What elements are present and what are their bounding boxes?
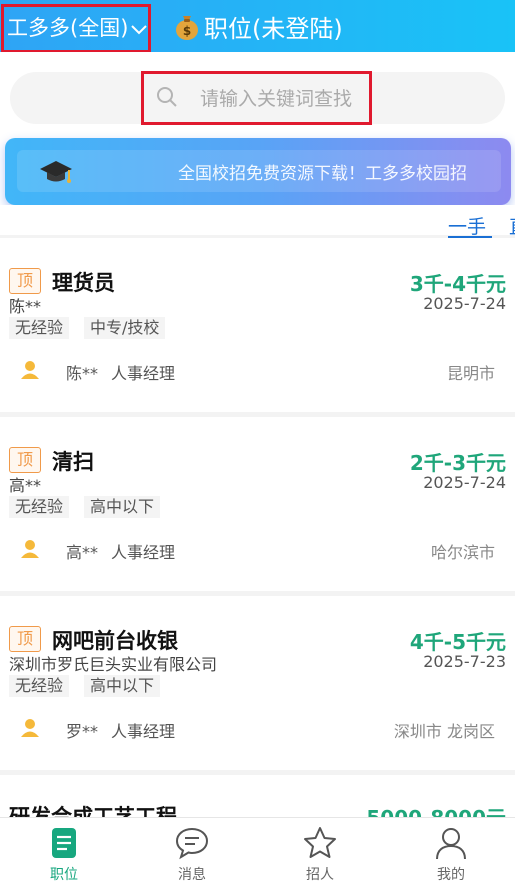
filter-tab-next[interactable]: 直	[509, 212, 515, 239]
city-label: 工多多(全国)	[7, 16, 129, 40]
job-location: 昆明市	[446, 364, 495, 383]
star-icon	[304, 827, 336, 858]
job-tag: 无经验	[9, 317, 70, 339]
document-icon	[52, 828, 76, 858]
job-tag: 无经验	[9, 675, 70, 697]
person-icon	[21, 719, 39, 737]
job-tag: 无经验	[9, 496, 70, 518]
job-salary: 4千-5千元	[409, 630, 506, 654]
company-name: 高**	[9, 476, 42, 495]
person-icon	[21, 361, 39, 379]
top-badge: 顶	[9, 268, 41, 294]
job-title: 理货员	[52, 271, 115, 295]
job-card[interactable]: 顶 网吧前台收银 4千-5千元 深圳市罗氏巨头实业有限公司 2025-7-23 …	[0, 596, 515, 770]
banner-text: 全国校招免费资源下载！工多多校园招	[178, 164, 467, 184]
person-icon	[436, 828, 466, 860]
top-badge: 顶	[9, 447, 41, 473]
post-date: 2025-7-24	[423, 473, 506, 492]
filter-strip	[0, 205, 515, 235]
recruiter-name: 高**	[66, 543, 99, 562]
tab-label: 我的	[437, 867, 465, 883]
company-name: 陈**	[9, 297, 42, 316]
job-tag: 中专/技校	[84, 317, 166, 339]
page-title: 职位(未登陆)	[204, 14, 343, 43]
job-card[interactable]: 顶 理货员 3千-4千元 陈** 2025-7-24 无经验 中专/技校 陈**…	[0, 238, 515, 412]
job-title: 清扫	[52, 450, 94, 474]
job-salary: 2千-3千元	[409, 451, 506, 475]
city-selector-button[interactable]: 工多多(全国)	[1, 4, 151, 53]
graduation-cap-icon	[40, 161, 72, 183]
moneybag-icon: $	[176, 16, 198, 40]
post-date: 2025-7-23	[423, 652, 506, 671]
job-location: 深圳市 龙岗区	[393, 722, 495, 741]
job-title: 研发合成工艺工程	[9, 805, 177, 817]
job-card[interactable]: 顶 清扫 2千-3千元 高** 2025-7-24 无经验 高中以下 高** 人…	[0, 417, 515, 591]
svg-text:$: $	[183, 24, 191, 38]
tab-label: 消息	[178, 867, 206, 883]
recruiter-name: 罗**	[66, 722, 99, 741]
chat-bubble-icon	[175, 827, 209, 860]
promo-banner[interactable]: 全国校招免费资源下载！工多多校园招	[5, 138, 511, 205]
job-salary: 5000-8000元	[366, 802, 506, 817]
person-icon	[21, 540, 39, 558]
bottom-tab-bar: 职位 消息 招人 我的	[0, 817, 515, 885]
company-name: 深圳市罗氏巨头实业有限公司	[9, 655, 218, 674]
job-tag: 高中以下	[84, 496, 161, 518]
chevron-down-icon	[130, 9, 148, 51]
tab-label: 招人	[306, 867, 334, 883]
filter-tab-firsthand[interactable]: 一手	[448, 212, 486, 239]
recruiter-name: 陈**	[66, 364, 99, 383]
search-input[interactable]: 请输入关键词查找	[200, 84, 352, 111]
job-location: 哈尔滨市	[430, 543, 495, 562]
top-header: 工多多(全国) $ 职位(未登陆)	[0, 0, 515, 53]
tab-jobs[interactable]: 职位	[0, 818, 128, 885]
job-tag: 高中以下	[84, 675, 161, 697]
job-salary: 3千-4千元	[409, 272, 506, 296]
job-card[interactable]: 研发合成工艺工程 5000-8000元	[0, 775, 515, 817]
recruiter-role: 人事经理	[111, 364, 176, 383]
page-title-wrap: $ 职位(未登陆)	[172, 8, 343, 44]
tab-profile[interactable]: 我的	[387, 818, 515, 885]
post-date: 2025-7-24	[423, 294, 506, 313]
top-badge: 顶	[9, 626, 41, 652]
recruiter-role: 人事经理	[111, 722, 176, 741]
recruiter-role: 人事经理	[111, 543, 176, 562]
tab-messages[interactable]: 消息	[128, 818, 256, 885]
search-icon	[157, 87, 177, 107]
tab-label: 职位	[50, 867, 78, 883]
tab-recruit[interactable]: 招人	[256, 818, 384, 885]
